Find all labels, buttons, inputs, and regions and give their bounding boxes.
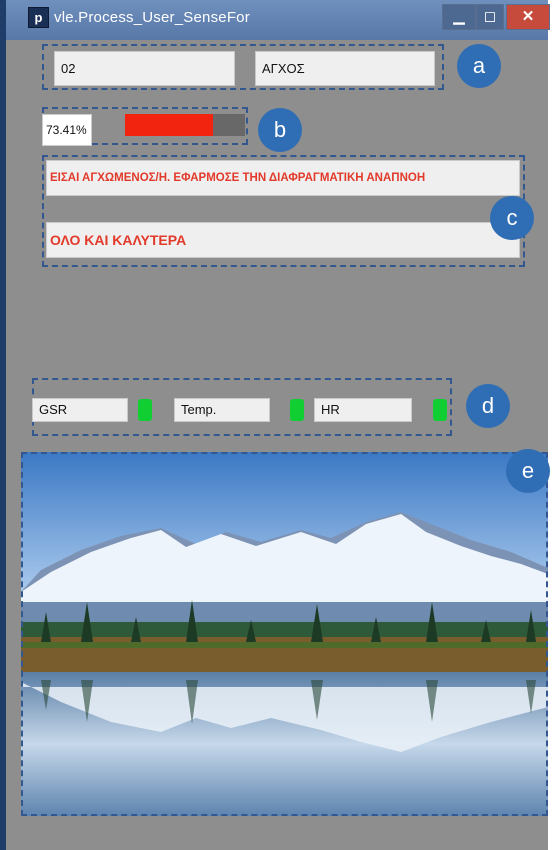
annotation-b-marker: b: [258, 108, 302, 152]
stress-progress-fill: [125, 114, 214, 136]
maximize-button[interactable]: ◻: [476, 4, 504, 30]
user-id-field[interactable]: 02: [54, 51, 235, 86]
annotation-d-marker: d: [466, 384, 510, 428]
sensor-label-hr: HR: [314, 398, 412, 422]
annotation-e-marker: e: [506, 449, 550, 493]
annotation-a-marker: a: [457, 44, 501, 88]
sensor-label-gsr: GSR: [32, 398, 128, 422]
temp-status-indicator: [290, 399, 304, 421]
state-field[interactable]: ΑΓΧΟΣ: [255, 51, 435, 86]
title-bar[interactable]: p vle.Process_User_SenseFor ▁ ◻ ✕: [6, 0, 550, 40]
stress-progress-bar: [125, 114, 245, 136]
gsr-status-indicator: [138, 399, 152, 421]
annotation-c-marker: c: [490, 196, 534, 240]
advice-message-line1: ΕΙΣΑΙ ΑΓΧΩΜΕΝΟΣ/Η. ΕΦΑΡΜΟΣΕ ΤΗΝ ΔΙΑΦΡΑΓΜ…: [46, 160, 520, 196]
minimize-button[interactable]: ▁: [442, 4, 476, 30]
sensor-label-temp: Temp.: [174, 398, 270, 422]
close-button[interactable]: ✕: [506, 4, 550, 30]
stress-percentage: 73.41%: [42, 114, 92, 146]
window-title: vle.Process_User_SenseFor: [54, 9, 250, 26]
hr-status-indicator: [433, 399, 447, 421]
app-icon: p: [28, 7, 49, 28]
image-group: [21, 452, 548, 816]
advice-message-line2: ΟΛΟ ΚΑΙ ΚΑΛΥΤΕΡΑ: [46, 222, 520, 258]
